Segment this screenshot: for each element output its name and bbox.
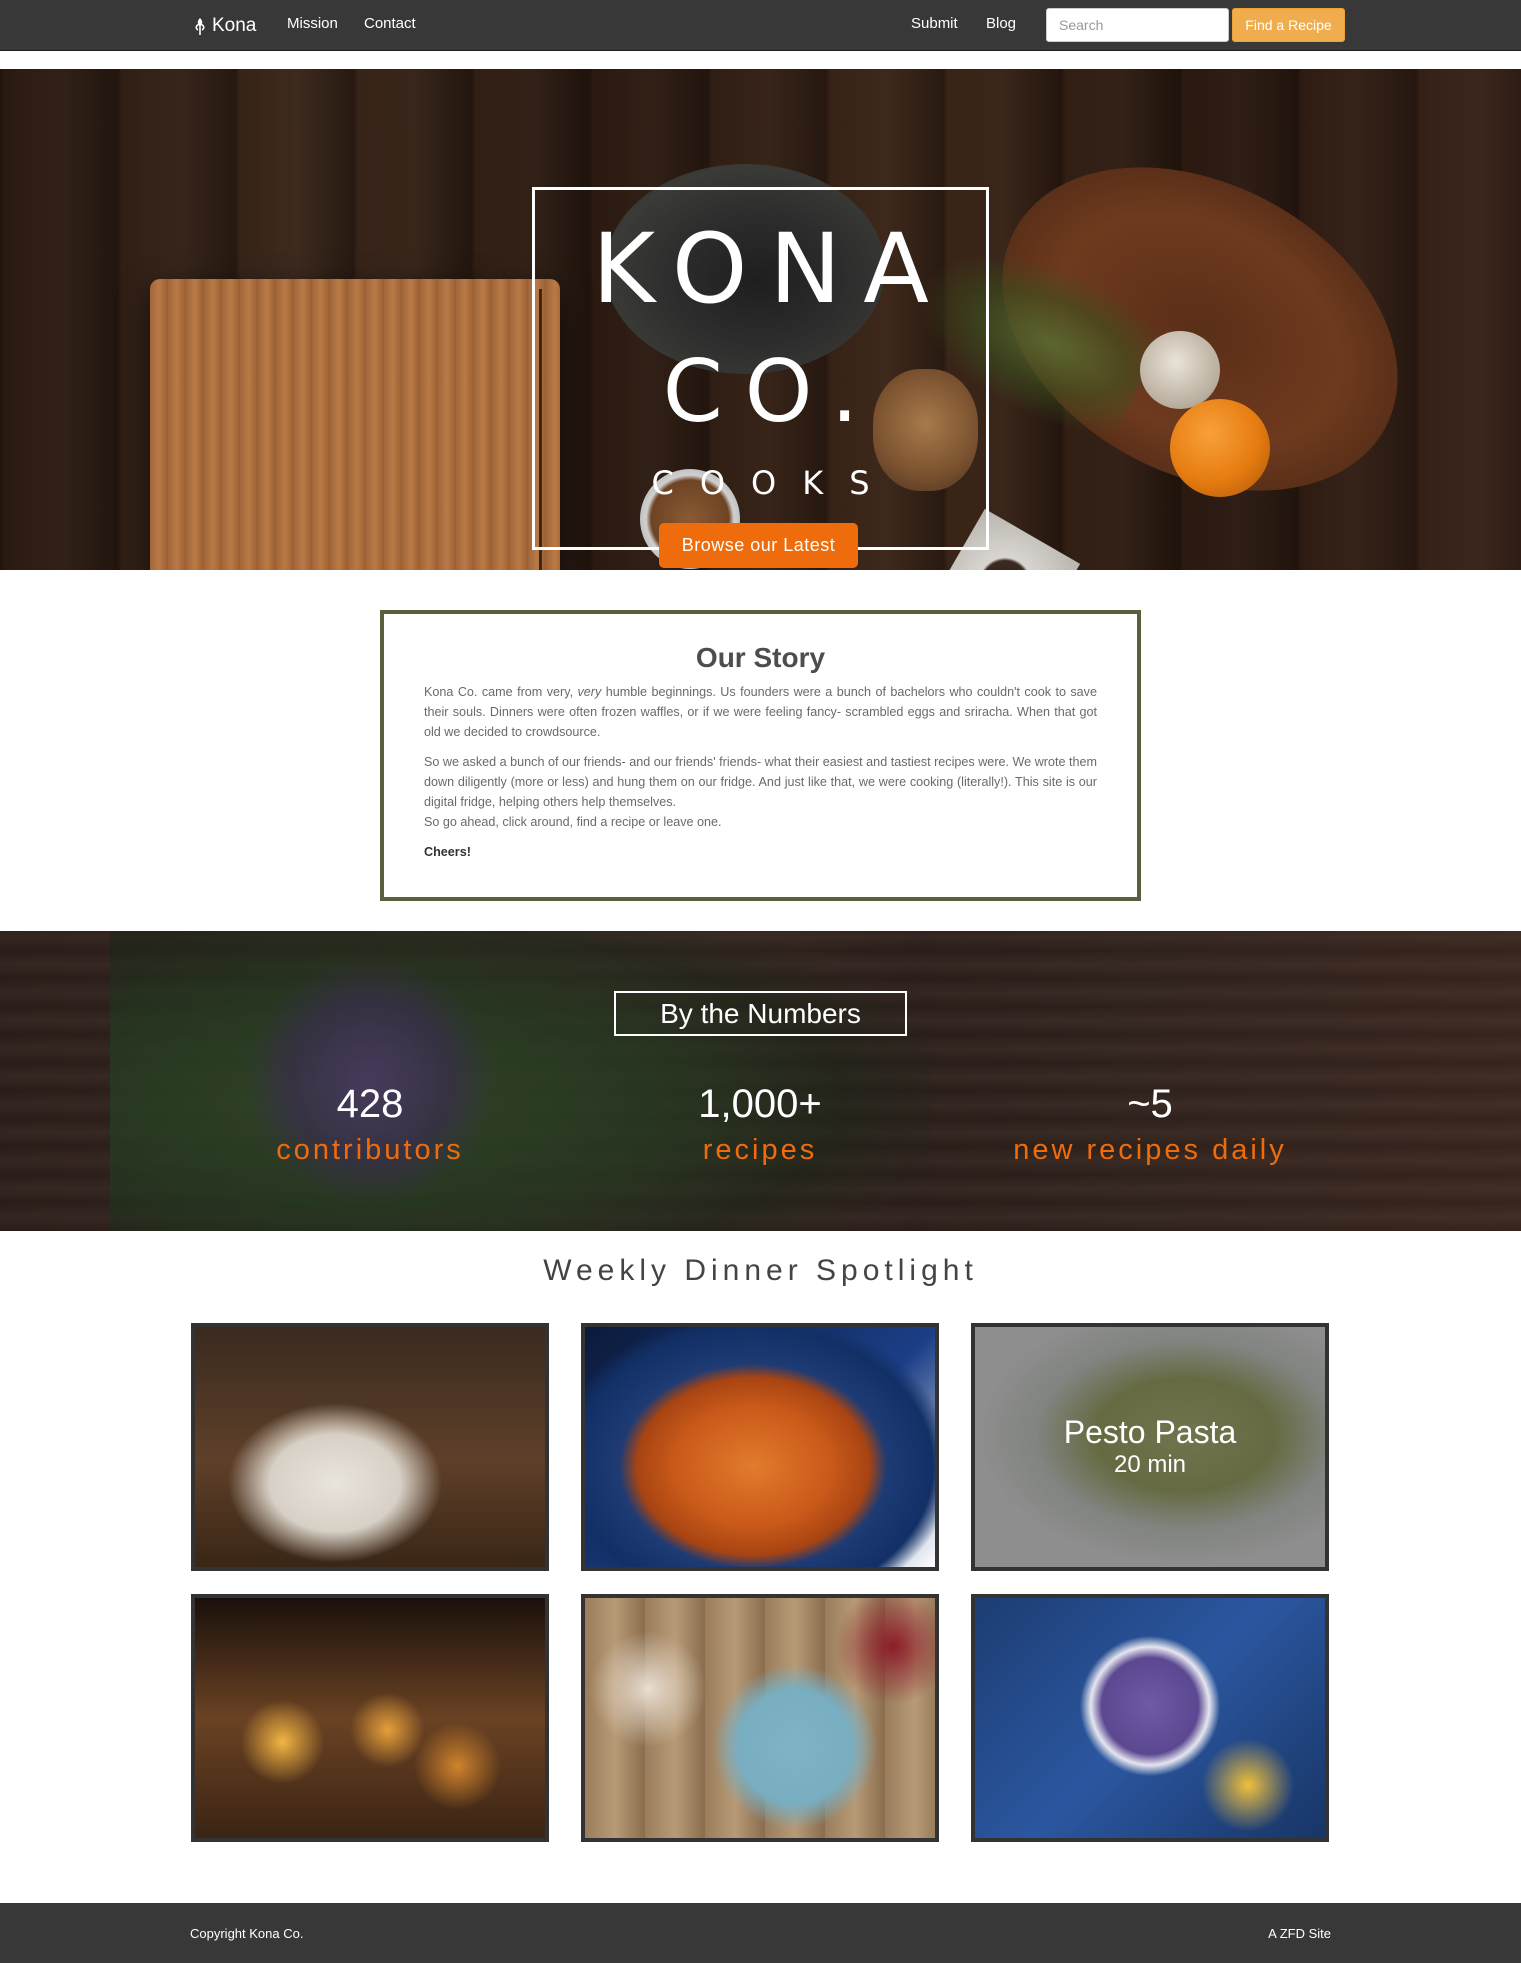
browse-latest-button[interactable]: Browse our Latest xyxy=(659,523,858,568)
recipe-time: 20 min xyxy=(1113,1450,1187,1478)
hero-title-line1: KONA xyxy=(592,213,951,325)
recipe-card-smoothie-bowl[interactable] xyxy=(971,1594,1329,1842)
footer-credit: A ZFD Site xyxy=(1268,1926,1331,1941)
story-heading: Our Story xyxy=(695,642,826,673)
stat-label: contributors xyxy=(276,1134,464,1166)
orange-image xyxy=(1170,399,1270,497)
hero-subtitle: COOKS xyxy=(651,464,896,502)
nav-mission[interactable]: Mission xyxy=(287,15,338,32)
footer: Copyright Kona Co. A ZFD Site xyxy=(0,1903,1521,1963)
stat-label: recipes xyxy=(702,1134,818,1166)
nav-contact[interactable]: Contact xyxy=(364,15,416,32)
hero-banner: KONA CO. COOKS Browse our Latest xyxy=(0,69,1521,570)
footer-copyright: Copyright Kona Co. xyxy=(190,1926,304,1941)
story-paragraph-3: So go ahead, click around, find a recipe… xyxy=(424,815,722,829)
wheat-icon xyxy=(195,18,205,35)
search-input[interactable] xyxy=(1046,8,1229,42)
recipe-name: Pesto Pasta xyxy=(1063,1414,1237,1451)
story-paragraph-2: So we asked a bunch of our friends- and … xyxy=(424,755,1097,809)
brand-name: Kona xyxy=(212,15,257,36)
our-story-section: Our Story Kona Co. came from very, very … xyxy=(380,610,1141,901)
stat-label: new recipes daily xyxy=(1013,1134,1287,1166)
stat-value: ~5 xyxy=(1127,1082,1173,1126)
nav-blog[interactable]: Blog xyxy=(986,15,1016,32)
stat-daily: ~5 new recipes daily xyxy=(930,1084,1370,1165)
nav-submit[interactable]: Submit xyxy=(911,15,958,32)
numbers-heading: By the Numbers xyxy=(614,991,907,1036)
stat-value: 428 xyxy=(336,1082,404,1126)
stat-contributors: 428 contributors xyxy=(150,1084,590,1165)
brand-link[interactable]: Kona xyxy=(192,14,256,38)
stat-recipes: 1,000+ recipes xyxy=(540,1084,980,1165)
hero-title-line2: CO. xyxy=(662,342,881,442)
story-p1-start: Kona Co. came from very, xyxy=(424,685,578,699)
story-paragraph-1: Kona Co. came from very, very humble beg… xyxy=(424,682,1097,742)
recipe-card-dim-sum[interactable] xyxy=(191,1594,549,1842)
stat-value: 1,000+ xyxy=(698,1082,822,1126)
recipe-card-pancakes[interactable] xyxy=(191,1323,549,1571)
recipe-card-breakfast[interactable] xyxy=(581,1594,939,1842)
recipe-card-paella[interactable] xyxy=(581,1323,939,1571)
garlic-image xyxy=(1140,331,1220,409)
recipe-card-pesto-pasta[interactable]: Pesto Pasta 20 min xyxy=(971,1323,1329,1571)
cutting-board-image xyxy=(150,279,560,570)
numbers-section: By the Numbers 428 contributors 1,000+ r… xyxy=(0,931,1521,1231)
overlay-shade xyxy=(0,931,1521,1231)
spotlight-heading: Weekly Dinner Spotlight xyxy=(543,1254,978,1287)
navbar: Kona Mission Contact Submit Blog Find a … xyxy=(0,0,1521,51)
recipe-card-overlay: Pesto Pasta 20 min xyxy=(975,1327,1325,1567)
story-p1-emphasis: very xyxy=(577,685,602,699)
find-recipe-button[interactable]: Find a Recipe xyxy=(1232,8,1345,42)
story-signoff: Cheers! xyxy=(424,845,471,859)
